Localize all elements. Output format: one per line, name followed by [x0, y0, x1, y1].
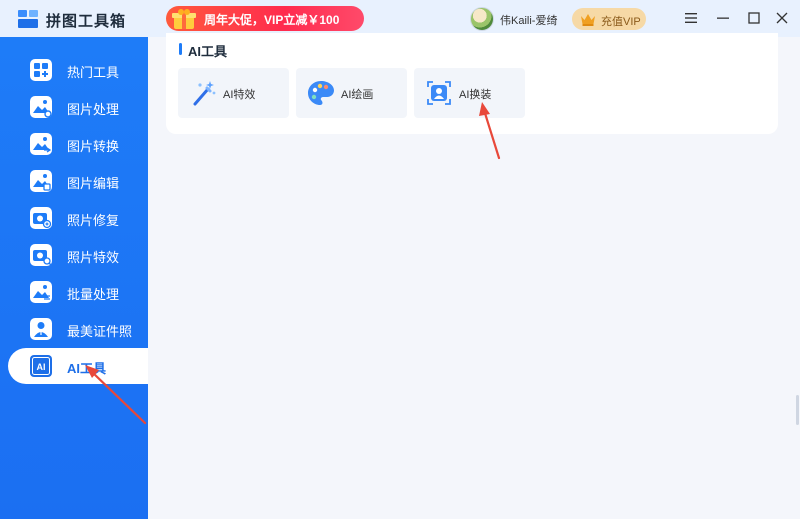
hot-tools-icon	[30, 59, 52, 81]
sidebar-item-batch-process[interactable]: 批量处理	[0, 274, 148, 310]
sidebar-item-label: 图片转换	[67, 139, 120, 154]
tool-label: AI换装	[459, 89, 492, 101]
promo-text: 周年大促，VIP立减￥100	[204, 13, 340, 27]
palette-icon	[308, 81, 334, 105]
sidebar-item-photo-repair[interactable]: 照片修复	[0, 200, 148, 236]
sidebar-item-label: 照片修复	[67, 213, 120, 228]
vip-label: 充值VIP	[601, 16, 641, 28]
section-title: AI工具	[188, 44, 228, 59]
avatar[interactable]	[470, 7, 494, 31]
section-marker	[179, 43, 182, 55]
sidebar-item-hot-tools[interactable]: 热门工具	[0, 52, 148, 88]
sidebar-item-label: 图片处理	[67, 102, 120, 117]
ai-tools-card: AI工具 AI特效 AI绘画 AI换装	[166, 33, 778, 134]
image-convert-icon	[30, 133, 52, 155]
sidebar-item-label: 图片编辑	[67, 176, 120, 191]
sidebar-item-id-photo[interactable]: 最美证件照	[0, 311, 148, 347]
crown-icon	[581, 14, 595, 26]
svg-text:AI: AI	[37, 362, 46, 372]
image-edit-icon	[30, 170, 52, 192]
gift-icon	[172, 9, 196, 29]
sidebar-item-image-edit[interactable]: 图片编辑	[0, 163, 148, 199]
photo-repair-icon	[30, 207, 52, 229]
sidebar-item-label: 照片特效	[67, 250, 120, 265]
sidebar-item-image-convert[interactable]: 图片转换	[0, 126, 148, 162]
tool-ai-effect[interactable]: AI特效	[178, 68, 289, 118]
title-bar: 拼图工具箱 周年大促，VIP立减￥100 伟Kaili-爱绮 充值VIP	[0, 0, 800, 37]
username[interactable]: 伟Kaili-爱绮	[500, 12, 557, 28]
sidebar-item-label: 批量处理	[67, 287, 120, 302]
maximize-icon[interactable]	[745, 9, 763, 27]
tool-ai-painting[interactable]: AI绘画	[296, 68, 407, 118]
photo-effect-icon	[30, 244, 52, 266]
main-content: AI工具 AI特效 AI绘画 AI换装	[148, 33, 800, 519]
sidebar-item-ai-tools[interactable]: AI AI工具	[8, 348, 148, 384]
tool-label: AI绘画	[341, 89, 374, 101]
batch-process-icon	[30, 281, 52, 303]
sidebar: 热门工具 图片处理 图片转换 图片编辑 照片修复 照片特效 批量处理 最美证件照…	[0, 37, 148, 519]
sidebar-item-label: 最美证件照	[67, 324, 133, 339]
promo-banner[interactable]: 周年大促，VIP立减￥100	[166, 6, 364, 31]
image-process-icon	[30, 96, 52, 118]
sidebar-item-image-process[interactable]: 图片处理	[0, 89, 148, 125]
id-photo-icon	[30, 318, 52, 340]
sidebar-item-label: AI工具	[67, 361, 107, 376]
tool-ai-outfit-swap[interactable]: AI换装	[414, 68, 525, 118]
recharge-vip-button[interactable]: 充值VIP	[572, 8, 646, 30]
ai-icon: AI	[30, 355, 52, 377]
scrollbar[interactable]	[796, 395, 799, 425]
tool-label: AI特效	[223, 89, 256, 101]
sidebar-item-photo-effect[interactable]: 照片特效	[0, 237, 148, 273]
app-logo-icon	[18, 10, 38, 28]
outfit-swap-icon	[427, 81, 451, 105]
minimize-icon[interactable]	[714, 9, 732, 27]
app-title: 拼图工具箱	[46, 13, 127, 30]
close-icon[interactable]	[773, 9, 791, 27]
menu-icon[interactable]	[682, 9, 700, 27]
sidebar-item-label: 热门工具	[67, 65, 120, 80]
magic-wand-icon	[193, 81, 216, 106]
